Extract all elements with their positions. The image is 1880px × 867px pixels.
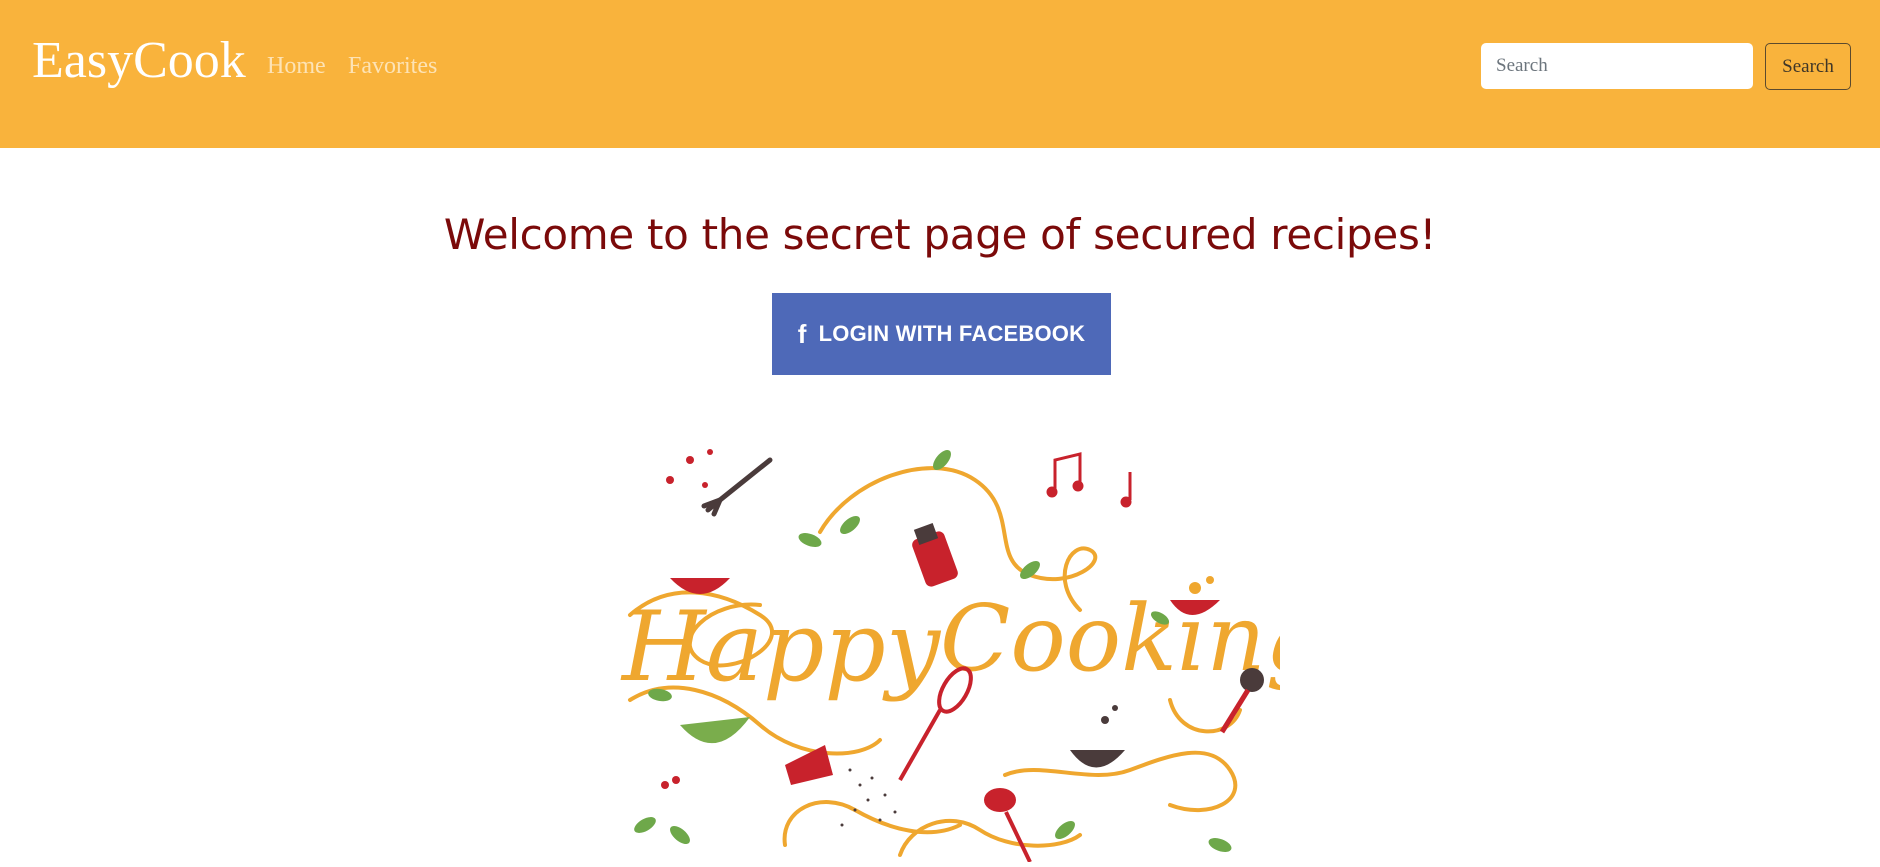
nav-favorites-link[interactable]: Favorites [348, 50, 437, 82]
happy-cooking-artwork: Happy Cooking [620, 449, 1325, 863]
svg-text:Cooking: Cooking [940, 585, 1280, 692]
nav-home-link[interactable]: Home [267, 50, 326, 82]
search-input[interactable] [1481, 43, 1753, 89]
facebook-login-label: LOGIN WITH FACEBOOK [818, 321, 1086, 346]
welcome-heading: Welcome to the secret page of secured re… [443, 210, 1437, 259]
login-with-facebook-button[interactable]: f LOGIN WITH FACEBOOK [772, 293, 1111, 375]
happy-cooking-illustration: Happy Cooking [610, 440, 1325, 863]
brand-logo[interactable]: EasyCook [32, 30, 246, 92]
search-button[interactable]: Search [1765, 43, 1851, 90]
navbar: EasyCook Home Favorites Search [0, 0, 1880, 148]
facebook-f-icon: f [797, 319, 807, 349]
svg-text:Happy: Happy [620, 591, 942, 703]
